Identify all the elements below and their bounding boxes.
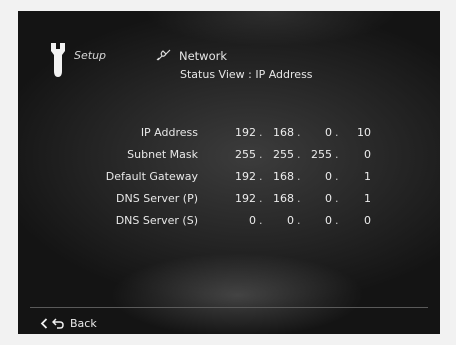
octet-value: 0: [364, 148, 371, 161]
row-label: Default Gateway: [105, 170, 198, 183]
octet-value: 168: [273, 170, 294, 183]
octet-value: 0: [325, 214, 332, 227]
row-label: IP Address: [140, 126, 198, 139]
octet-separator: .: [297, 192, 301, 205]
row-label: DNS Server (S): [115, 214, 198, 227]
octet-value: 0: [287, 214, 294, 227]
back-label: Back: [70, 317, 97, 330]
wrench-icon: [47, 41, 69, 83]
page-subtitle: Status View : IP Address: [180, 68, 313, 81]
octet-separator: .: [297, 170, 301, 183]
chevron-left-icon: [40, 314, 48, 333]
octet-separator: .: [297, 148, 301, 161]
row-ip-address: IP Address 192. 168. 0. 10: [18, 123, 440, 145]
octet-separator: .: [335, 126, 339, 139]
return-arrow-icon: [51, 314, 64, 333]
octet-value: 1: [364, 170, 371, 183]
octet-value: 0: [325, 192, 332, 205]
octet-value: 255: [273, 148, 294, 161]
octet-separator: .: [297, 214, 301, 227]
row-label: Subnet Mask: [127, 148, 198, 161]
octet-value: 255: [235, 148, 256, 161]
octet-value: 1: [364, 192, 371, 205]
octet-separator: .: [335, 148, 339, 161]
octet-value: 0: [325, 170, 332, 183]
octet-separator: .: [259, 192, 263, 205]
octet-separator: .: [297, 126, 301, 139]
row-label: DNS Server (P): [116, 192, 198, 205]
row-default-gateway: Default Gateway 192. 168. 0. 1: [18, 167, 440, 189]
footer-divider: [30, 307, 428, 308]
octet-value: 192: [235, 192, 256, 205]
octet-separator: .: [335, 170, 339, 183]
octet-value: 168: [273, 126, 294, 139]
row-dns-primary: DNS Server (P) 192. 168. 0. 1: [18, 189, 440, 211]
octet-value: 0: [325, 126, 332, 139]
octet-value: 0: [364, 214, 371, 227]
row-dns-secondary: DNS Server (S) 0. 0. 0. 0: [18, 211, 440, 233]
octet-value: 0: [249, 214, 256, 227]
back-button[interactable]: Back: [40, 314, 97, 333]
setup-label: Setup: [74, 49, 107, 62]
octet-value: 192: [235, 126, 256, 139]
octet-separator: .: [259, 148, 263, 161]
octet-separator: .: [259, 126, 263, 139]
octet-separator: .: [335, 214, 339, 227]
tv-screen: Setup Network Status View : IP Address I…: [18, 11, 440, 334]
row-subnet-mask: Subnet Mask 255. 255. 255. 0: [18, 145, 440, 167]
octet-separator: .: [335, 192, 339, 205]
octet-value: 192: [235, 170, 256, 183]
octet-separator: .: [259, 214, 263, 227]
network-title: Network: [179, 49, 228, 63]
octet-value: 168: [273, 192, 294, 205]
ip-status-table: IP Address 192. 168. 0. 10 Subnet Mask 2…: [18, 123, 440, 233]
network-icon: [156, 47, 172, 66]
octet-value: 255: [311, 148, 332, 161]
octet-value: 10: [357, 126, 371, 139]
octet-separator: .: [259, 170, 263, 183]
